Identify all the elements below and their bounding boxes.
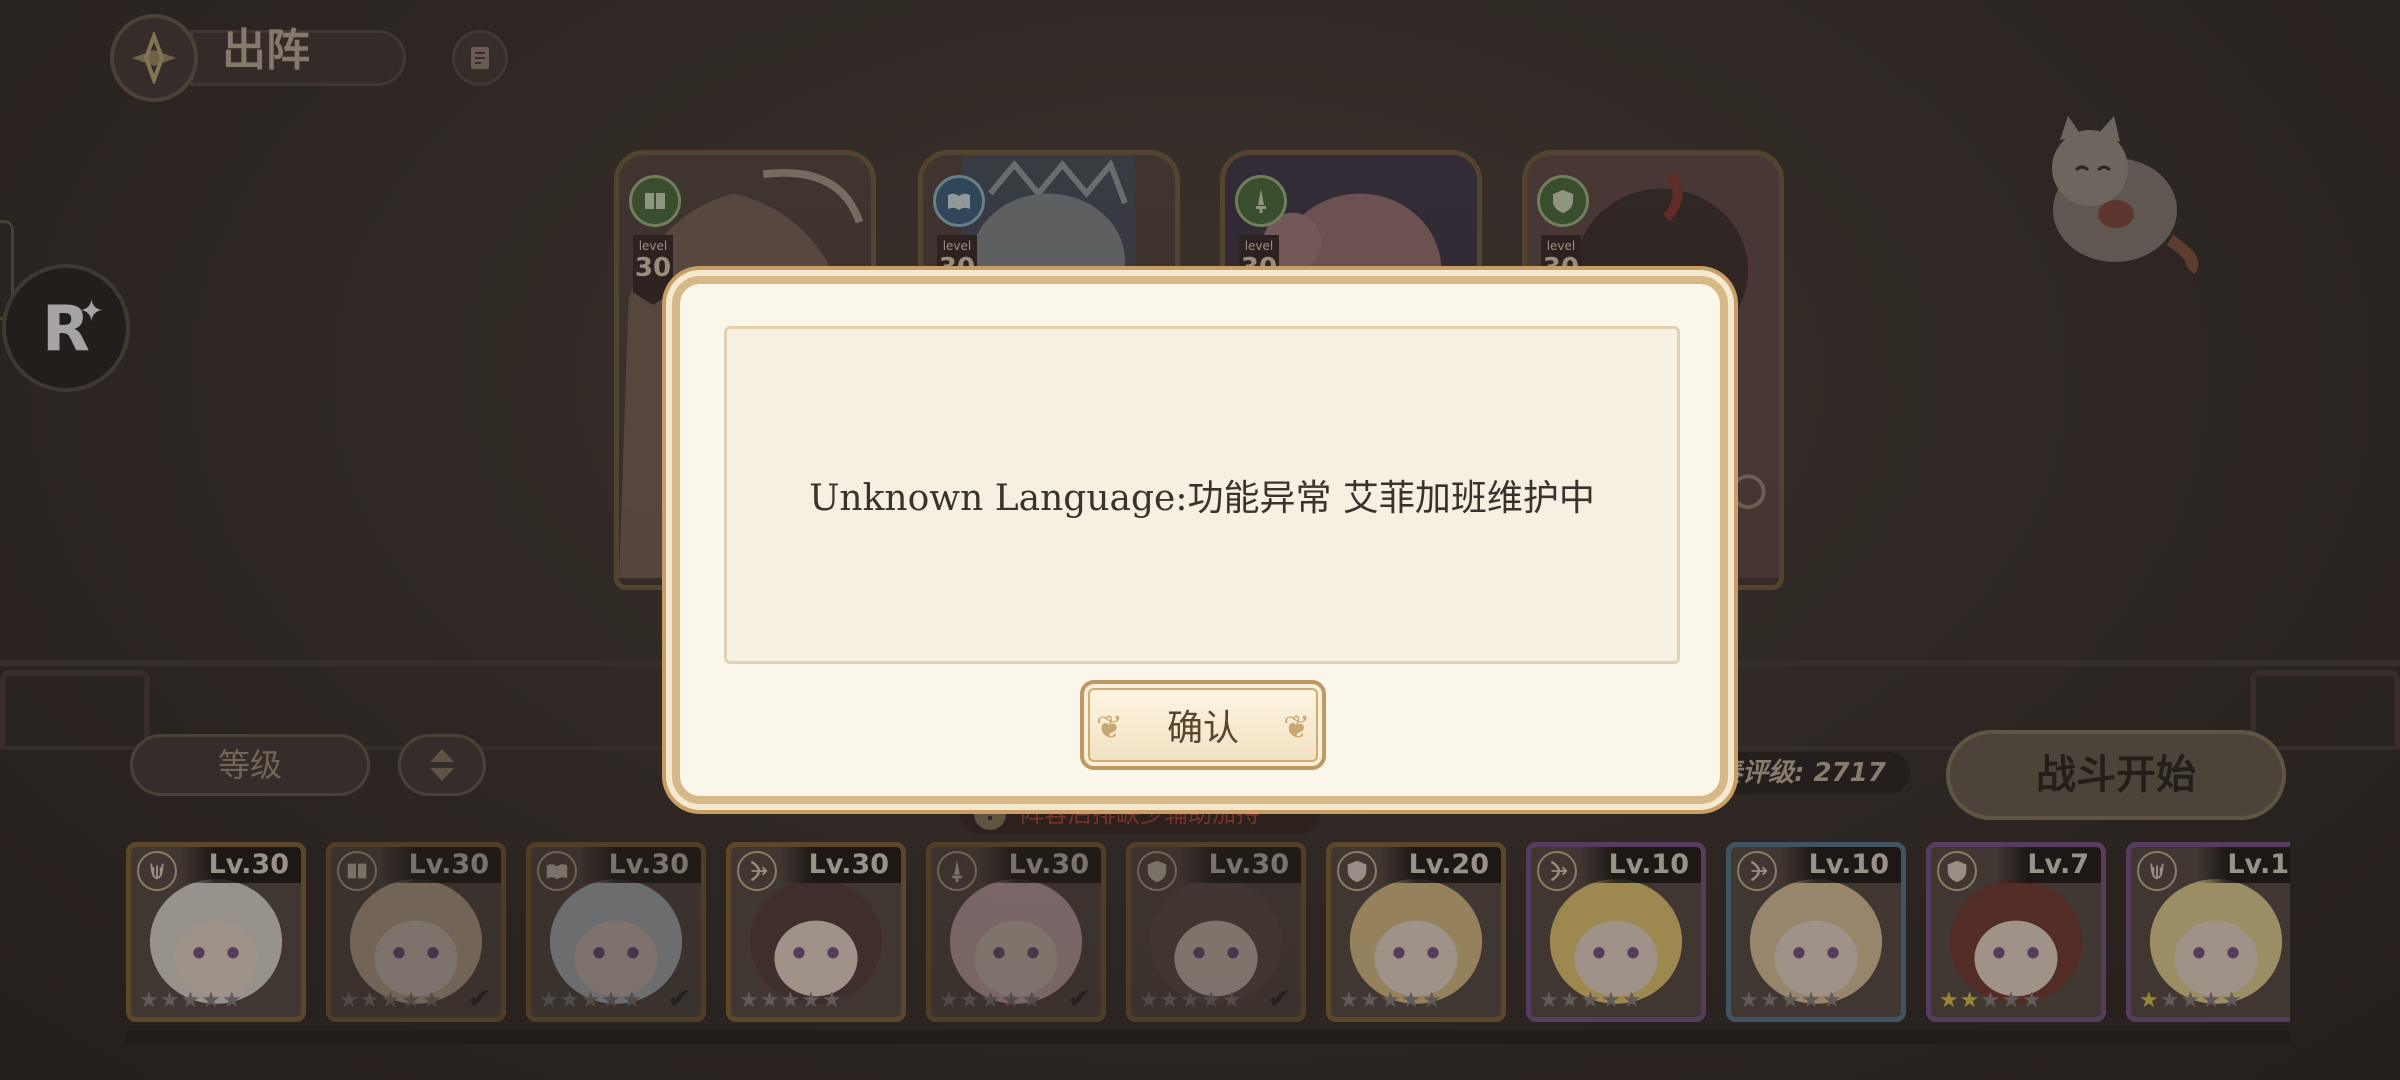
dialog-message-panel: Unknown Language:功能异常 艾菲加班维护中 [724, 326, 1680, 664]
confirm-button[interactable]: ❦ 确认 ❦ [1080, 680, 1326, 770]
confirm-button-label: 确认 [1166, 708, 1239, 749]
error-dialog: Unknown Language:功能异常 艾菲加班维护中 ❦ 确认 ❦ [672, 276, 1728, 804]
ornament-icon: ❦ [1096, 708, 1123, 746]
dialog-message: Unknown Language:功能异常 艾菲加班维护中 [809, 478, 1595, 519]
ornament-icon: ❦ [1283, 708, 1310, 746]
